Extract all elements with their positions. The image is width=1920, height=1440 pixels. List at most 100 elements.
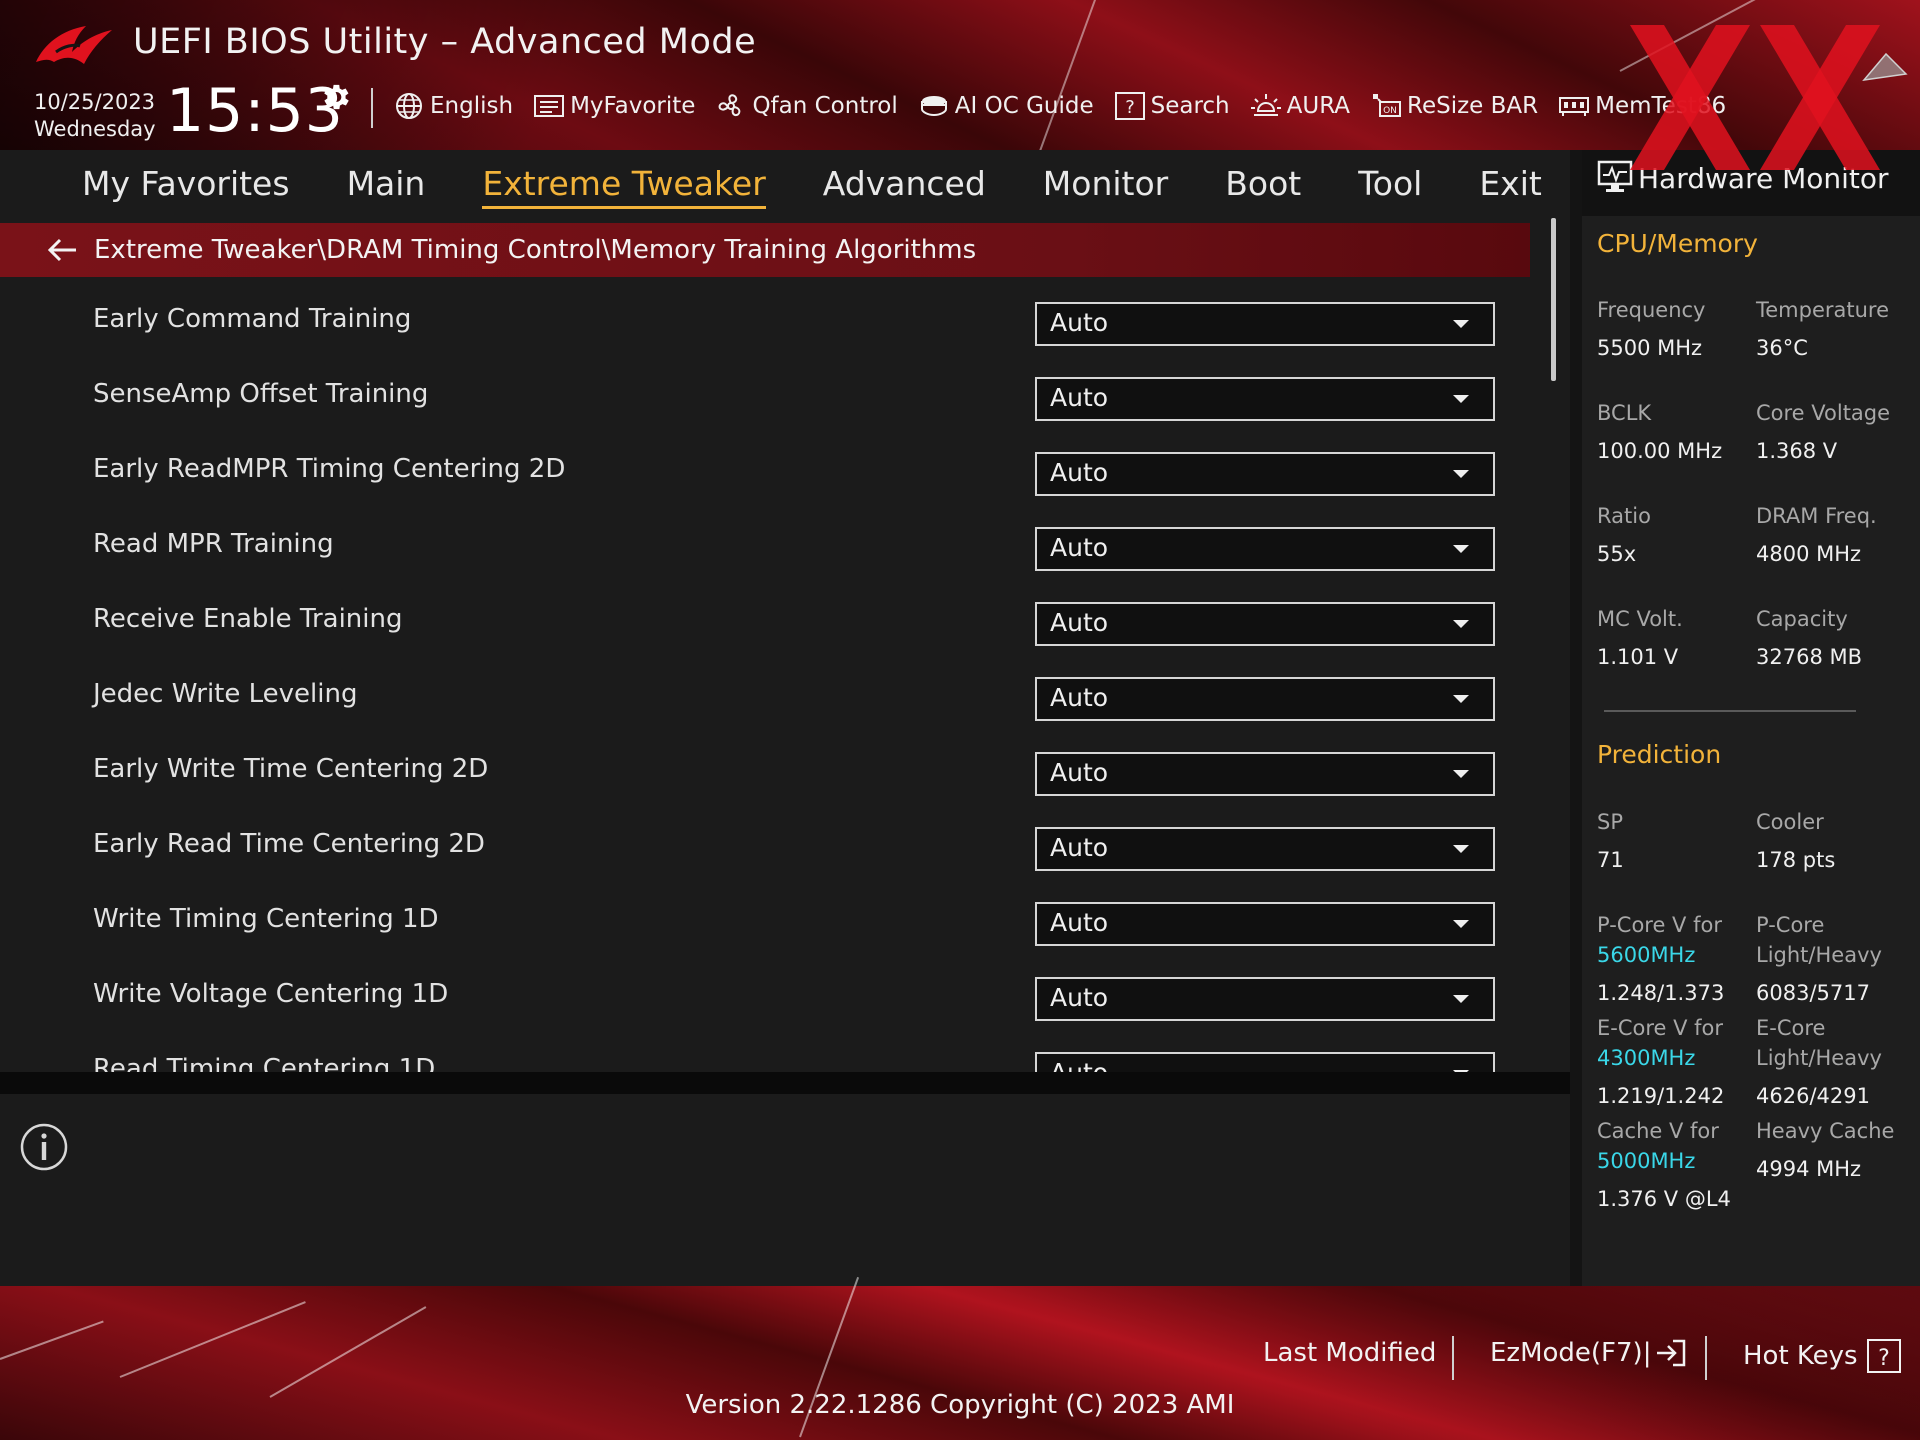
cooler-value: 178 pts	[1756, 848, 1836, 872]
pcore-lh-label-line2: Light/Heavy	[1756, 943, 1882, 967]
setting-dropdown[interactable]: Auto	[1035, 602, 1495, 646]
ecore-lh-label-line2: Light/Heavy	[1756, 1046, 1882, 1070]
tool-aura[interactable]: AURA	[1249, 91, 1350, 121]
breadcrumb-path: Extreme Tweaker\DRAM Timing Control\Memo…	[94, 235, 977, 265]
setting-label: Write Voltage Centering 1D	[93, 979, 449, 1009]
dropdown-value: Auto	[1050, 1058, 1108, 1072]
weekday: Wednesday	[34, 117, 156, 141]
footer-streak	[269, 1306, 427, 1398]
caret-down-icon	[1453, 920, 1469, 928]
settings-list: Early Command Training Auto SenseAmp Off…	[0, 290, 1530, 1072]
hot-keys-button[interactable]: Hot Keys ?	[1743, 1338, 1902, 1374]
setting-label: Early Read Time Centering 2D	[93, 829, 485, 859]
prediction-title: Prediction	[1597, 740, 1722, 769]
pcore-v-label: P-Core V for	[1597, 913, 1722, 937]
setting-dropdown[interactable]: Auto	[1035, 1052, 1495, 1072]
mouse-pointer-icon	[1862, 52, 1908, 82]
tool-ai-oc-guide[interactable]: AI OC Guide	[917, 91, 1094, 121]
setting-dropdown[interactable]: Auto	[1035, 527, 1495, 571]
heavy-cache-value: 4994 MHz	[1756, 1157, 1862, 1181]
setting-label: Early ReadMPR Timing Centering 2D	[93, 454, 566, 484]
setting-row: Read Timing Centering 1D Auto	[0, 1040, 1530, 1072]
capacity-label: Capacity	[1756, 607, 1848, 631]
tab-extreme-tweaker[interactable]: Extreme Tweaker	[482, 164, 767, 209]
caret-down-icon	[1453, 395, 1469, 403]
setting-dropdown[interactable]: Auto	[1035, 902, 1495, 946]
setting-dropdown[interactable]: Auto	[1035, 977, 1495, 1021]
tab-main[interactable]: Main	[347, 164, 426, 203]
dropdown-value: Auto	[1050, 683, 1109, 712]
settings-scrollbar[interactable]	[1551, 218, 1556, 381]
tab-monitor[interactable]: Monitor	[1043, 164, 1168, 203]
tool-english[interactable]: English	[392, 91, 513, 121]
dram-freq-label: DRAM Freq.	[1756, 504, 1877, 528]
tab-boot[interactable]: Boot	[1225, 164, 1301, 203]
setting-dropdown[interactable]: Auto	[1035, 677, 1495, 721]
footer-streak	[0, 1320, 104, 1360]
tool-myfavorite-label: MyFavorite	[570, 93, 696, 119]
dram-freq-value: 4800 MHz	[1756, 542, 1862, 566]
tab-tool[interactable]: Tool	[1358, 164, 1422, 203]
pcore-v-value: 1.248/1.373	[1597, 981, 1725, 1005]
sp-value: 71	[1597, 848, 1624, 872]
setting-row: Early Read Time Centering 2D Auto	[0, 815, 1530, 890]
setting-row: Early Command Training Auto	[0, 290, 1530, 365]
tool-resize-bar[interactable]: ON ReSize BAR	[1369, 91, 1538, 121]
frequency-value: 5500 MHz	[1597, 336, 1703, 360]
monitor-icon	[1597, 160, 1633, 192]
dropdown-value: Auto	[1050, 983, 1109, 1012]
back-arrow-icon[interactable]	[44, 235, 80, 265]
setting-label: Early Write Time Centering 2D	[93, 754, 489, 784]
ezmode-button[interactable]: EzMode(F7)|	[1490, 1338, 1687, 1368]
date: 10/25/2023	[34, 90, 156, 114]
footer-streak	[119, 1301, 306, 1378]
core-voltage-value: 1.368 V	[1756, 439, 1838, 463]
setting-dropdown[interactable]: Auto	[1035, 377, 1495, 421]
aura-light-icon	[1250, 94, 1281, 116]
breadcrumb: Extreme Tweaker\DRAM Timing Control\Memo…	[0, 223, 1530, 277]
mc-volt-label: MC Volt.	[1597, 607, 1683, 631]
setting-row: Write Voltage Centering 1D Auto	[0, 965, 1530, 1040]
footer-separator	[1705, 1336, 1707, 1380]
tab-exit[interactable]: Exit	[1479, 164, 1542, 203]
tool-qfan-control-label: Qfan Control	[752, 93, 898, 119]
last-modified-button[interactable]: Last Modified	[1263, 1338, 1436, 1368]
pcore-v-frequency: 5600MHz	[1597, 943, 1696, 967]
setting-dropdown[interactable]: Auto	[1035, 752, 1495, 796]
dropdown-value: Auto	[1050, 608, 1109, 637]
cache-v-frequency: 5000MHz	[1597, 1149, 1696, 1173]
fan-icon	[719, 94, 741, 117]
last-modified-label: Last Modified	[1263, 1338, 1437, 1368]
version-text: Version 2.22.1286 Copyright (C) 2023 AMI	[685, 1390, 1235, 1420]
setting-label: Receive Enable Training	[93, 604, 403, 634]
pcore-lh-value: 6083/5717	[1756, 981, 1870, 1005]
heavy-cache-label: Heavy Cache	[1756, 1119, 1895, 1143]
panel-divider	[0, 1072, 1570, 1094]
gear-icon[interactable]	[318, 80, 352, 114]
setting-dropdown[interactable]: Auto	[1035, 827, 1495, 871]
caret-down-icon	[1453, 470, 1469, 478]
main-tabs: My Favorites Main Extreme Tweaker Advanc…	[0, 150, 1570, 216]
ecore-lh-label: E-Core	[1756, 1016, 1826, 1040]
ecore-lh-value: 4626/4291	[1756, 1084, 1870, 1108]
tool-english-label: English	[430, 93, 514, 119]
caret-down-icon	[1453, 545, 1469, 553]
globe-icon	[396, 93, 422, 119]
tab-my-favorites[interactable]: My Favorites	[82, 164, 290, 203]
ratio-value: 55x	[1597, 542, 1637, 566]
setting-dropdown[interactable]: Auto	[1035, 452, 1495, 496]
svg-text:?: ?	[1125, 97, 1135, 118]
tool-search[interactable]: ? Search	[1113, 91, 1230, 121]
setting-label: Early Command Training	[93, 304, 412, 334]
app-title: UEFI BIOS Utility – Advanced Mode	[133, 22, 757, 62]
tool-qfan-control[interactable]: Qfan Control	[714, 91, 898, 121]
favorite-list-icon	[534, 95, 565, 117]
ratio-label: Ratio	[1597, 504, 1651, 528]
tab-advanced[interactable]: Advanced	[823, 164, 986, 203]
setting-row: Early ReadMPR Timing Centering 2D Auto	[0, 440, 1530, 515]
setting-label: Write Timing Centering 1D	[93, 904, 439, 934]
temperature-value: 36°C	[1756, 336, 1808, 360]
watermark-logo-icon	[1630, 25, 1880, 170]
setting-dropdown[interactable]: Auto	[1035, 302, 1495, 346]
tool-myfavorite[interactable]: MyFavorite	[532, 91, 695, 121]
